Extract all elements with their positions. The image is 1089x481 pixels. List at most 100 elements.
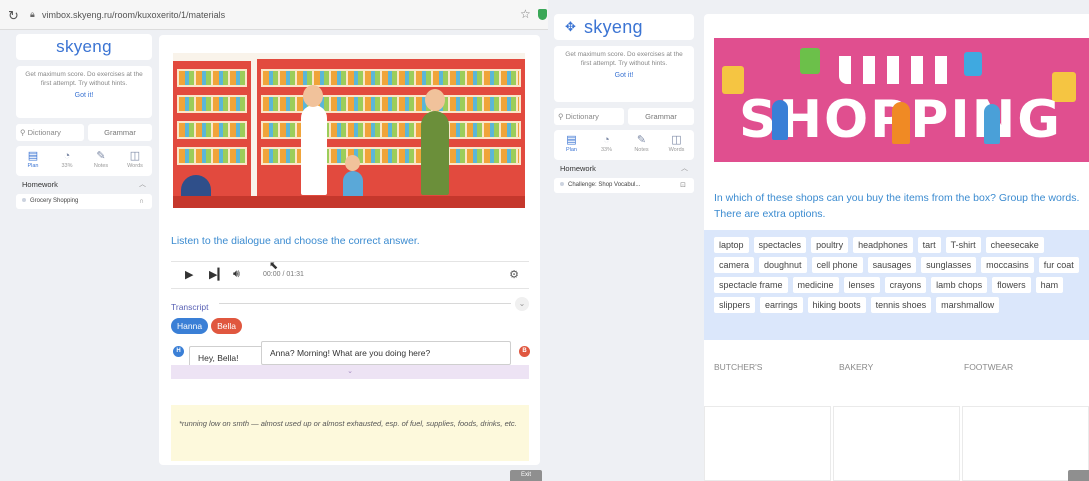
grammar-button[interactable]: Grammar [628, 108, 694, 125]
chevron-up-icon[interactable]: ︿ [139, 178, 146, 192]
expand-bar[interactable]: ⌄ [171, 365, 529, 379]
headphones-icon: ∩ [138, 198, 144, 205]
lesson-content: SHOPPING In which of these shops can you… [704, 14, 1089, 481]
shelf-goods [179, 97, 245, 111]
extension-shield-icon[interactable] [538, 9, 547, 20]
sidebar-item-challenge[interactable]: Challenge: Shop Vocabul... ⊡ [554, 178, 694, 193]
tool-label: Plan [565, 147, 577, 153]
word-chip[interactable]: earrings [760, 297, 803, 313]
exit-button[interactable] [1068, 470, 1089, 481]
right-screenshot: ✥ skyeng Get maximum score. Do exercises… [548, 0, 1089, 481]
volume-icon[interactable]: 🔊︎ [233, 268, 240, 281]
speaker-tag-hanna[interactable]: Hanna [171, 318, 209, 334]
shelf-goods [263, 71, 519, 85]
word-chip[interactable]: tennis shoes [870, 297, 932, 313]
tool-notes[interactable]: ✎ Notes [90, 150, 112, 176]
word-chip[interactable]: laptop [714, 237, 749, 253]
shelf-row [177, 147, 247, 165]
chevron-down-icon[interactable]: ⌄ [515, 297, 529, 311]
word-chip[interactable]: spectacles [753, 237, 807, 253]
tools-card: ▤ Plan ◔ 33% ✎ Notes ◫ Words [16, 146, 152, 176]
pen-icon: ✎ [96, 150, 106, 162]
speaker-tag-bella[interactable]: Bella [211, 318, 242, 334]
word-chip[interactable]: flowers [992, 277, 1031, 293]
shelf-row [261, 121, 521, 139]
gear-icon[interactable]: ⚙ [509, 268, 519, 281]
speaker-tags: Hanna Bella [171, 318, 242, 334]
tool-progress[interactable]: ◔ 33% [56, 150, 78, 176]
woman-figure [301, 105, 327, 195]
next-icon[interactable]: ▶▎ [209, 268, 226, 281]
drop-zone-bakery[interactable] [833, 406, 960, 481]
word-chip[interactable]: spectacle frame [714, 277, 788, 293]
word-chip[interactable]: headphones [853, 237, 913, 253]
word-chip[interactable]: medicine [792, 277, 839, 293]
left-screenshot: ↻ 🔒︎ vimbox.skyeng.ru/room/kuxoxerito/1/… [0, 0, 548, 481]
play-icon[interactable]: ▶ [185, 268, 193, 281]
word-chip[interactable]: sunglasses [921, 257, 977, 273]
shelf-goods [263, 97, 519, 111]
skyeng-bee-icon: ✥ [565, 19, 576, 34]
chevron-up-icon[interactable]: ︿ [681, 162, 688, 176]
word-chip[interactable]: doughnut [759, 257, 807, 273]
word-chip[interactable]: marshmallow [936, 297, 1000, 313]
homework-header[interactable]: Homework ︿ [16, 178, 152, 192]
player-time: 00:00 / 01:31 [263, 271, 304, 278]
word-chip[interactable]: camera [714, 257, 755, 273]
grocery-illustration [173, 53, 525, 208]
shop-awning [839, 56, 959, 84]
sidebar-item-grocery-shopping[interactable]: Grocery Shopping ∩ [16, 194, 152, 209]
lock-icon: 🔒︎ [30, 9, 35, 19]
word-chip[interactable]: crayons [884, 277, 927, 293]
homework-title: Homework [560, 164, 596, 173]
tool-plan[interactable]: ▤ Plan [22, 150, 44, 176]
word-chip[interactable]: ham [1035, 277, 1064, 293]
child-head [345, 155, 360, 171]
shelf-goods [179, 149, 245, 163]
word-chip[interactable]: hiking boots [807, 297, 866, 313]
logo[interactable]: skyeng [584, 17, 643, 37]
book-icon: ◫ [129, 150, 141, 162]
dictionary-button[interactable]: ⚲ Dictionary [16, 124, 84, 141]
logo[interactable]: skyeng [56, 37, 112, 56]
tool-progress[interactable]: ◔ 33% [596, 134, 618, 160]
woman-head [303, 85, 323, 107]
tool-label: Plan [27, 163, 39, 169]
got-it-link[interactable]: Got it! [562, 71, 686, 80]
reload-icon[interactable]: ↻ [8, 8, 19, 24]
tool-notes[interactable]: ✎ Notes [631, 134, 653, 160]
word-chip[interactable]: moccasins [981, 257, 1034, 273]
star-icon[interactable]: ☆ [520, 7, 531, 21]
exit-button[interactable]: Exit [510, 470, 542, 481]
got-it-link[interactable]: Got it! [24, 91, 144, 100]
word-chip[interactable]: T-shirt [945, 237, 981, 253]
man-figure [421, 111, 449, 195]
word-chip[interactable]: fur coat [1038, 257, 1079, 273]
search-row: ⚲ Dictionary Grammar [16, 124, 152, 141]
exercise-instruction: Listen to the dialogue and choose the co… [171, 235, 420, 247]
word-chip[interactable]: slippers [714, 297, 756, 313]
word-chip[interactable]: lenses [843, 277, 880, 293]
tool-words[interactable]: ◫ Words [124, 150, 146, 176]
word-chip[interactable]: cheesecake [985, 237, 1044, 253]
address-bar[interactable]: vimbox.skyeng.ru/room/kuxoxerito/1/mater… [42, 10, 225, 20]
dialogue-line: Anna? Morning! What are you doing here? [261, 341, 511, 365]
drop-zone-butchers[interactable] [704, 406, 831, 481]
speaker-avatar-h: H [173, 346, 184, 357]
word-chip[interactable]: poultry [811, 237, 849, 253]
word-chip[interactable]: lamb chops [931, 277, 988, 293]
exercise-instruction: In which of these shops can you buy the … [714, 192, 1080, 220]
dictionary-button[interactable]: ⚲ Dictionary [554, 108, 624, 125]
homework-header[interactable]: Homework ︿ [554, 162, 694, 176]
tool-plan[interactable]: ▤ Plan [561, 134, 583, 160]
transcript-header[interactable]: Transcript ⌄ [171, 297, 529, 312]
tool-words[interactable]: ◫ Words [666, 134, 688, 160]
progress-icon: ◔ [603, 134, 610, 146]
person-figure [892, 102, 910, 144]
word-chip[interactable]: cell phone [811, 257, 863, 273]
mouse-cursor-icon: ⬉ [269, 260, 279, 272]
word-chip[interactable]: sausages [867, 257, 917, 273]
word-chip[interactable]: tart [917, 237, 941, 253]
grammar-button[interactable]: Grammar [88, 124, 152, 141]
vocabulary-note: *running low on smth — almost used up or… [171, 405, 529, 461]
